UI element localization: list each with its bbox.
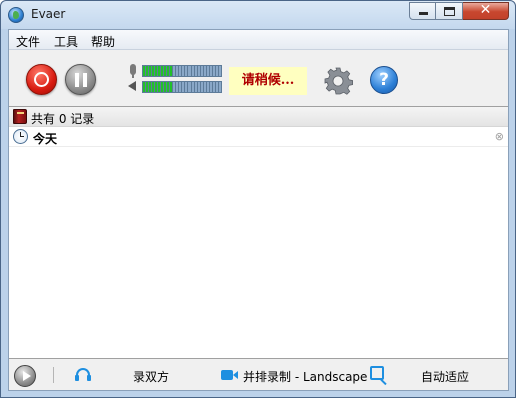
meter-segment [215, 66, 218, 76]
gear-icon[interactable] [323, 66, 353, 96]
title-bar[interactable]: Evaer ✕ [1, 1, 515, 29]
camera-icon[interactable] [221, 370, 238, 380]
meter-segment [206, 82, 209, 92]
speaker-level-meter [142, 81, 222, 93]
meter-segment [203, 82, 206, 92]
recording-list[interactable]: 共有 0 记录 今天 ⊗ [9, 106, 508, 359]
menu-bar: 文件 工具 帮助 [9, 30, 508, 50]
status-message: 请稍候... [229, 67, 307, 95]
menu-help[interactable]: 帮助 [91, 33, 115, 50]
audio-mode-label[interactable]: 录双方 [133, 368, 169, 385]
menu-file[interactable]: 文件 [16, 33, 40, 50]
record-count: 共有 0 记录 [31, 112, 95, 126]
book-icon [13, 109, 27, 124]
meter-segment [146, 82, 149, 92]
minimize-icon [419, 12, 428, 15]
meter-segment [182, 66, 185, 76]
meter-segment [197, 66, 200, 76]
maximize-icon [444, 7, 455, 16]
mic-level-meter [142, 65, 222, 77]
fit-mode-label[interactable]: 自动适应 [421, 368, 469, 385]
list-header: 共有 0 记录 [9, 107, 508, 127]
meter-segment [191, 66, 194, 76]
app-window: Evaer ✕ 文件 工具 帮助 请稍候... ? 共有 0 记录 今天 ⊗ 录… [0, 0, 516, 398]
meter-segment [176, 66, 179, 76]
meter-segment [164, 66, 167, 76]
meter-segment [200, 82, 203, 92]
meter-segment [152, 82, 155, 92]
status-bar: 录双方 并排录制 - Landscape 自动适应 [9, 360, 508, 390]
meter-segment [146, 66, 149, 76]
help-button[interactable]: ? [370, 66, 398, 94]
menu-tools[interactable]: 工具 [54, 33, 78, 50]
meter-segment [161, 66, 164, 76]
meter-segment [194, 66, 197, 76]
meter-segment [158, 82, 161, 92]
close-button[interactable]: ✕ [463, 2, 509, 20]
meter-segment [191, 82, 194, 92]
client-area: 文件 工具 帮助 请稍候... ? 共有 0 记录 今天 ⊗ 录双方 并排录制 … [8, 29, 509, 391]
separator [53, 367, 54, 383]
meter-segment [182, 82, 185, 92]
meter-segment [218, 82, 221, 92]
collapse-icon[interactable]: ⊗ [495, 130, 504, 143]
meter-segment [149, 82, 152, 92]
meter-segment [143, 66, 146, 76]
meter-segment [215, 82, 218, 92]
group-label: 今天 [33, 132, 58, 146]
meter-segment [200, 66, 203, 76]
meter-segment [164, 82, 167, 92]
clock-icon [13, 129, 28, 144]
window-title: Evaer [31, 7, 66, 21]
pause-icon [75, 73, 79, 87]
video-mode-label[interactable]: 并排录制 - Landscape [243, 368, 367, 385]
meter-segment [188, 66, 191, 76]
meter-segment [179, 82, 182, 92]
meter-segment [170, 66, 173, 76]
meter-segment [185, 66, 188, 76]
meter-segment [209, 66, 212, 76]
meter-segment [176, 82, 179, 92]
meter-segment [170, 82, 173, 92]
meter-segment [179, 66, 182, 76]
meter-segment [155, 82, 158, 92]
maximize-button[interactable] [436, 2, 463, 20]
meter-segment [143, 82, 146, 92]
meter-segment [167, 66, 170, 76]
record-icon [34, 72, 49, 87]
meter-segment [209, 82, 212, 92]
meter-segment [212, 66, 215, 76]
record-button[interactable] [26, 64, 57, 95]
toolbar: 请稍候... ? [9, 51, 508, 106]
meter-segment [149, 66, 152, 76]
meter-segment [155, 66, 158, 76]
window-controls: ✕ [409, 2, 509, 20]
fit-icon[interactable] [370, 366, 384, 380]
meter-segment [161, 82, 164, 92]
headset-icon[interactable] [75, 368, 91, 381]
minimize-button[interactable] [409, 2, 436, 20]
meter-segment [188, 82, 191, 92]
meter-segment [152, 66, 155, 76]
meter-segment [173, 82, 176, 92]
meter-segment [197, 82, 200, 92]
meter-segment [212, 82, 215, 92]
meter-segment [218, 66, 221, 76]
meter-segment [206, 66, 209, 76]
speaker-icon [128, 81, 136, 91]
app-globe-icon [8, 7, 24, 23]
close-icon: ✕ [479, 2, 492, 18]
meter-segment [173, 66, 176, 76]
play-button[interactable] [14, 365, 36, 387]
pause-button[interactable] [65, 64, 96, 95]
list-group-today[interactable]: 今天 ⊗ [9, 127, 508, 147]
meter-segment [203, 66, 206, 76]
meter-segment [194, 82, 197, 92]
meter-segment [167, 82, 170, 92]
pause-icon-bar [83, 73, 87, 87]
microphone-icon [130, 64, 136, 78]
meter-segment [158, 66, 161, 76]
meter-segment [185, 82, 188, 92]
